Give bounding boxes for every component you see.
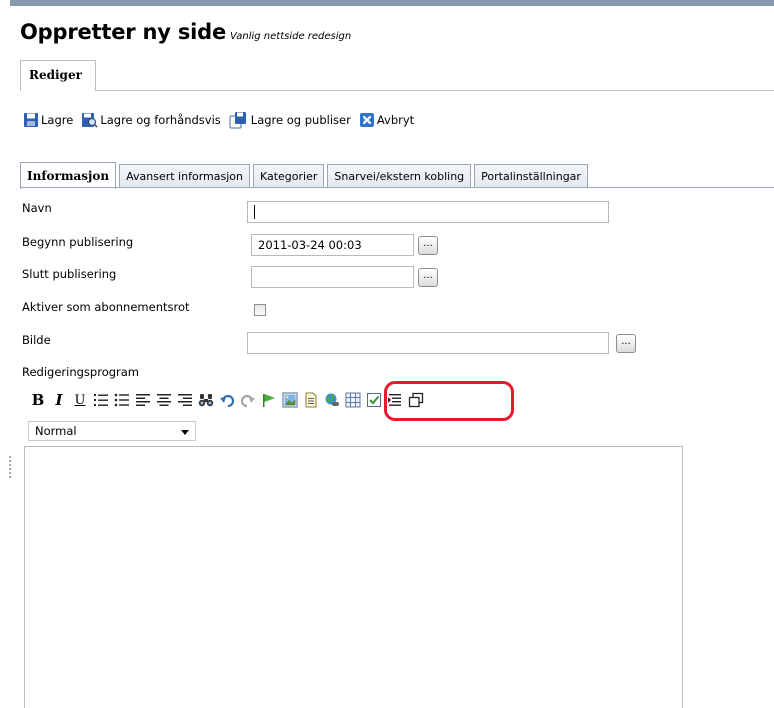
globe-link-icon [325,393,339,406]
bold-button[interactable]: B [28,390,48,410]
tab-avansert-informasjon[interactable]: Avansert informasjon [119,164,250,188]
start-publish-label: Begynn publisering [22,235,134,249]
save-preview-label: Lagre og forhåndsvis [100,113,221,127]
align-center-icon [157,394,171,406]
format-select[interactable]: Normal [28,421,196,441]
page-subtitle: Vanlig nettside redesign [230,31,352,42]
underline-button[interactable]: U [70,390,90,410]
tab-kategorier[interactable]: Kategorier [252,164,325,188]
save-preview-icon [82,113,98,128]
italic-icon: I [55,391,63,409]
name-label: Navn [22,201,52,215]
image-label: Bilde [22,333,51,347]
italic-button[interactable]: I [49,390,69,410]
cancel-label: Avbryt [376,113,415,127]
ordered-list-icon [94,394,108,406]
action-toolbar: Lagre Lagre og forhåndsvis Lagre og publ… [23,109,422,131]
info-tabs: Informasjon Avansert informasjon Kategor… [20,162,591,189]
insert-image-button[interactable] [280,390,300,410]
image-input[interactable] [247,332,609,354]
unordered-list-icon [114,393,129,407]
text-caret [254,205,255,219]
insert-table-button[interactable] [343,390,363,410]
align-center-button[interactable] [154,390,174,410]
save-publish-label: Lagre og publiser [250,113,351,127]
close-icon [359,113,374,127]
format-select-value: Normal [35,424,77,438]
subscription-label: Aktiver som abonnementsrot [22,300,190,314]
subscription-checkbox[interactable] [254,304,266,316]
document-icon [305,392,317,408]
top-bar [10,0,774,6]
chevron-down-icon [181,430,189,435]
checkbox-icon [367,393,381,407]
tab-informasjon[interactable]: Informasjon [20,162,117,189]
start-publish-input[interactable]: 2011-03-24 00:03 [251,234,414,256]
end-publish-label: Slutt publisering [22,267,117,281]
bold-icon: B [31,391,45,409]
save-button[interactable]: Lagre [23,112,73,128]
save-icon [24,113,38,127]
end-publish-input[interactable] [251,266,414,288]
save-publish-icon [229,112,246,129]
save-publish-button[interactable]: Lagre og publiser [229,111,351,129]
redo-icon [240,394,255,408]
start-publish-picker-button[interactable]: ... [418,236,438,255]
cancel-button[interactable]: Avbryt [359,112,414,128]
tab-portalinstallningar[interactable]: Portalinställningar [474,164,588,188]
underline-icon: U [74,392,86,408]
tab-snarvei[interactable]: Snarvei/ekstern kobling [327,164,472,188]
insert-link-button[interactable] [322,390,342,410]
rich-text-editor-area[interactable] [24,446,683,708]
editor-toolbar: B I U [28,390,427,410]
ordered-list-button[interactable] [91,390,111,410]
highlight-annotation [384,381,514,421]
undo-icon [220,394,235,408]
unordered-list-button[interactable] [112,390,132,410]
page-title: Oppretter ny side [20,20,227,44]
save-preview-button[interactable]: Lagre og forhåndsvis [81,112,221,128]
align-right-icon [178,394,192,406]
name-input[interactable] [247,201,609,223]
resize-grip-icon[interactable] [9,456,11,478]
save-label: Lagre [41,113,74,127]
table-icon [345,392,361,408]
insert-form-button[interactable] [364,390,384,410]
binoculars-icon [198,394,214,407]
end-publish-picker-button[interactable]: ... [418,268,438,287]
image-icon [282,392,298,408]
align-left-button[interactable] [133,390,153,410]
page-header: Oppretter ny side Vanlig nettside redesig… [20,20,351,44]
tab-rediger[interactable]: Rediger [20,60,96,91]
image-browse-button[interactable]: ... [616,334,636,353]
tabs-divider [20,187,774,188]
find-button[interactable] [196,390,216,410]
align-right-button[interactable] [175,390,195,410]
editor-label: Redigeringsprogram [22,365,140,379]
redo-button[interactable] [238,390,258,410]
edit-tab-divider [20,90,774,91]
start-publish-value: 2011-03-24 00:03 [258,238,362,252]
insert-document-button[interactable] [301,390,321,410]
flag-icon [263,394,275,407]
undo-button[interactable] [217,390,237,410]
insert-anchor-button[interactable] [259,390,279,410]
align-left-icon [136,394,150,406]
